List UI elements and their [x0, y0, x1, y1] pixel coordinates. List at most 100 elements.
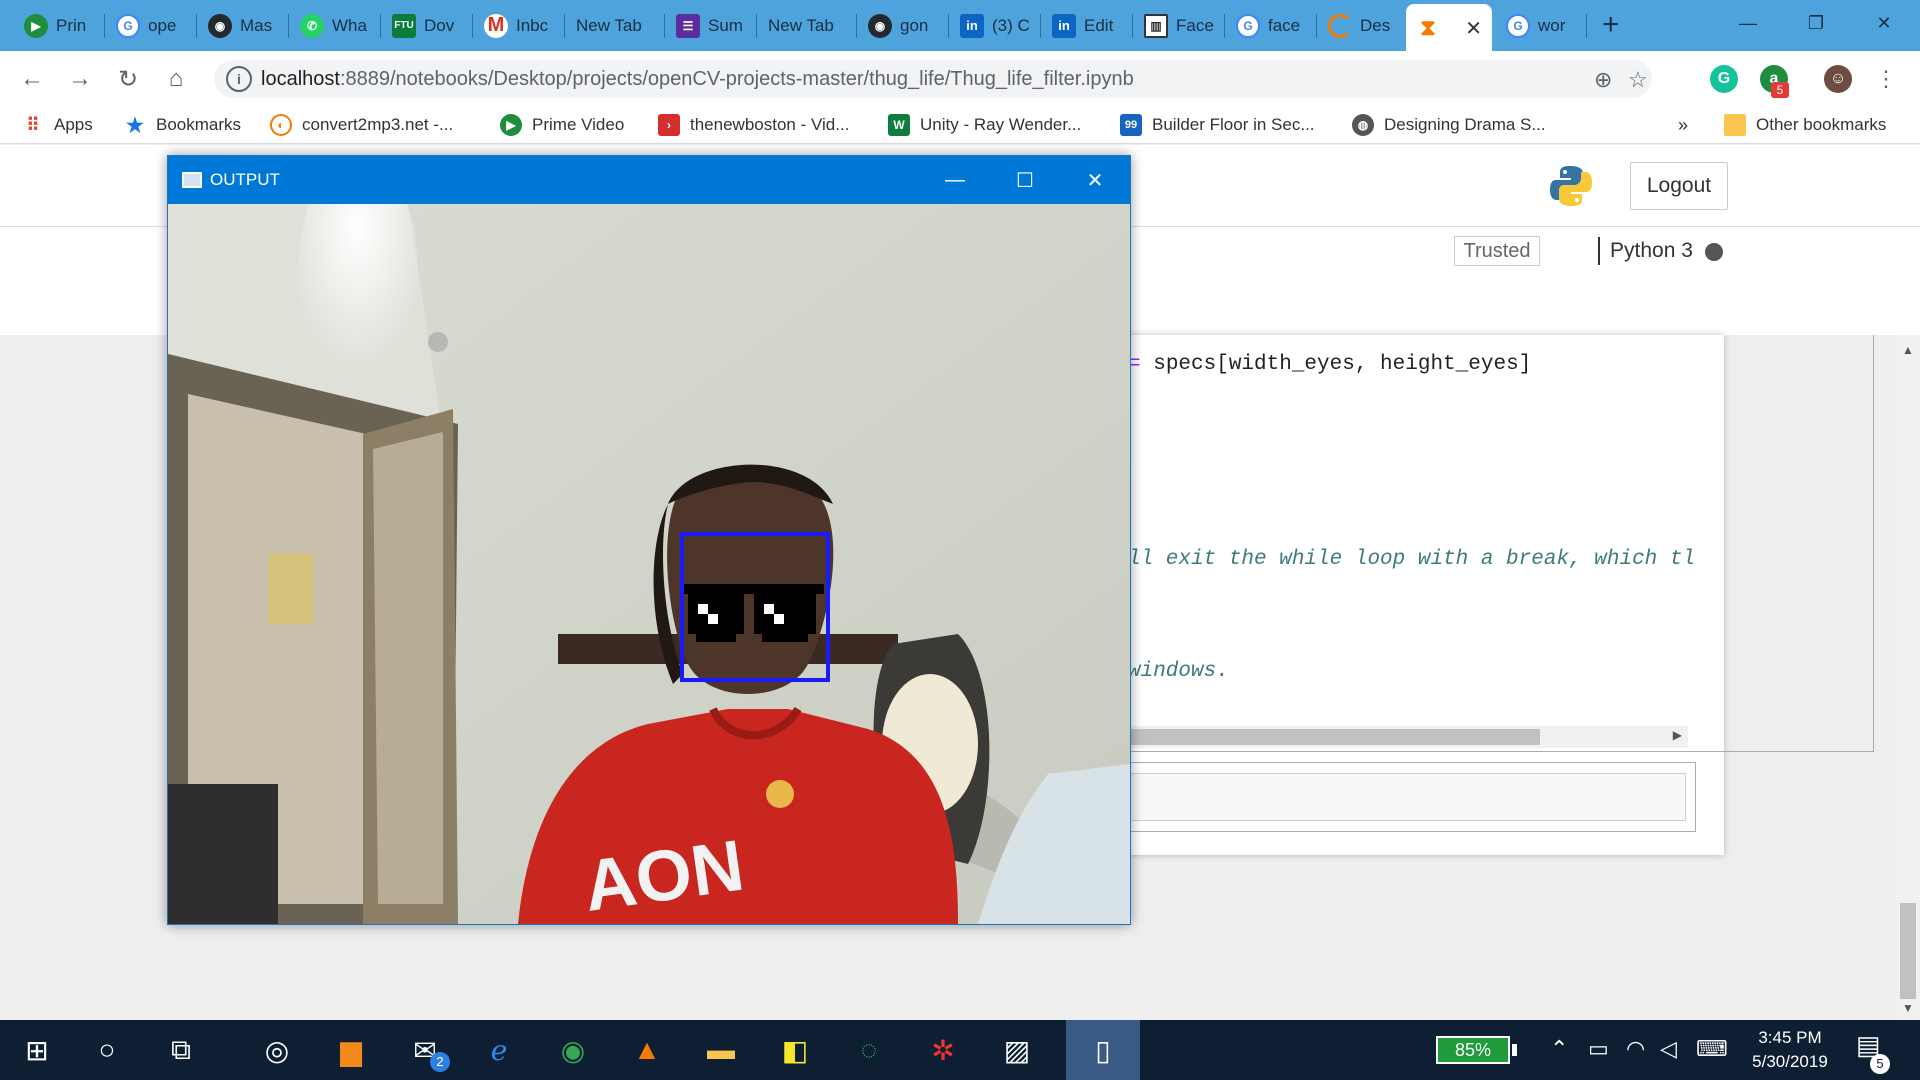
browser-tab[interactable]: ◉ Mas [198, 6, 284, 45]
profile-avatar[interactable]: ☺ [1824, 65, 1852, 93]
window-close-button[interactable]: ✕ [1850, 6, 1918, 40]
tab-separator [1586, 14, 1587, 38]
code-cell[interactable] [1126, 335, 1874, 752]
opencv-output-window: OUTPUT — ☐ ✕ AON [167, 155, 1131, 925]
browser-tab[interactable]: Gwor [1496, 6, 1582, 45]
app-icon-mail[interactable]: ✉ 2 [388, 1020, 462, 1080]
thug-life-glasses-overlay [684, 584, 824, 642]
logout-button[interactable]: Logout [1630, 162, 1728, 210]
window-maximize-button[interactable]: ☐ [990, 156, 1060, 204]
window-minimize-button[interactable]: — [1714, 6, 1782, 40]
browser-tab[interactable]: ▥ Face [1134, 6, 1220, 45]
bookmark-item[interactable]: 99 Builder Floor in Sec... [1120, 112, 1315, 138]
app-icon-groove[interactable]: ◎ [240, 1020, 314, 1080]
chrome-menu-icon[interactable]: ⋮ [1870, 63, 1902, 95]
app-icon-sticky-notes[interactable]: ◧ [758, 1020, 832, 1080]
code-line: = specs[width_eyes, height_eyes] [1128, 353, 1532, 376]
start-button[interactable]: ⊞ [0, 1020, 74, 1080]
browser-tab[interactable]: in (3) C [950, 6, 1036, 45]
code-input[interactable] [1130, 773, 1686, 821]
browser-tab[interactable]: ✆ Wha [290, 6, 376, 45]
reload-button[interactable]: ↻ [112, 63, 144, 95]
tnb-icon: › [658, 114, 680, 136]
browser-toolbar: ← → ↻ ⌂ i localhost:8889/notebooks/Deskt… [0, 51, 1920, 106]
volume-icon[interactable]: ◁ [1660, 1036, 1677, 1062]
horizontal-scrollbar[interactable]: ▶ [1130, 726, 1688, 748]
trusted-indicator[interactable]: Trusted [1454, 236, 1540, 266]
browser-tab-active[interactable]: ⧗ ✕ [1406, 4, 1492, 51]
task-view-button[interactable]: ⧉ [144, 1020, 218, 1080]
window-minimize-button[interactable]: — [920, 156, 990, 204]
wifi-icon[interactable]: ◠ [1626, 1036, 1645, 1062]
hourglass-icon: ⧗ [1420, 14, 1436, 40]
bookmark-item[interactable]: ◍ Designing Drama S... [1352, 112, 1546, 138]
home-button[interactable]: ⌂ [160, 63, 192, 95]
browser-tab[interactable]: ◉ gon [858, 6, 944, 45]
browser-tab[interactable]: M Inbc [474, 6, 560, 45]
app-icon-loader[interactable]: ◌ [832, 1020, 906, 1080]
page-scrollbar[interactable]: ▲ ▼ [1896, 335, 1920, 1020]
empty-code-cell[interactable] [1130, 762, 1696, 832]
browser-tab[interactable]: FTU Dov [382, 6, 468, 45]
browser-tab[interactable]: New Tab [566, 6, 662, 45]
browser-tab[interactable]: New Tab [758, 6, 854, 45]
bookmark-item[interactable]: W Unity - Ray Wender... [888, 112, 1081, 138]
clock-date: 5/30/2019 [1752, 1052, 1828, 1071]
close-tab-icon[interactable]: ✕ [1465, 16, 1482, 41]
new-tab-button[interactable]: + [1602, 10, 1620, 40]
bookmark-item[interactable]: ◐ convert2mp3.net -... [270, 112, 453, 138]
window-restore-button[interactable]: ❐ [1782, 6, 1850, 40]
bookmark-item[interactable]: › thenewboston - Vid... [658, 112, 849, 138]
app-icon-vlc[interactable]: ▲ [610, 1020, 684, 1080]
bookmark-apps[interactable]: ⠿ Apps [22, 112, 92, 138]
scrollbar-thumb[interactable] [1900, 903, 1916, 999]
browser-tab[interactable]: ☰ Sum [666, 6, 752, 45]
address-text[interactable]: localhost:8889/notebooks/Desktop/project… [261, 68, 1134, 91]
forward-button[interactable]: → [64, 63, 96, 95]
bookmark-folder[interactable]: ★ Bookmarks [124, 112, 241, 138]
keyboard-icon[interactable]: ⌨ [1696, 1036, 1728, 1062]
star-icon: ★ [126, 114, 144, 137]
scroll-right-icon[interactable]: ▶ [1673, 728, 1682, 742]
browser-tab[interactable]: Des [1318, 6, 1404, 45]
scroll-up-icon[interactable]: ▲ [1902, 343, 1914, 357]
browser-tab[interactable]: in Edit [1042, 6, 1128, 45]
show-hidden-icons-button[interactable]: ⌃ [1550, 1036, 1568, 1062]
cortana-search-button[interactable]: ○ [70, 1020, 144, 1080]
battery-indicator[interactable]: 85% [1436, 1036, 1510, 1064]
linkedin-icon: in [960, 13, 984, 38]
bookmark-item[interactable]: ▶ Prime Video [500, 112, 624, 138]
kernel-status-icon [1705, 243, 1723, 261]
battery-icon[interactable]: ▭ [1588, 1036, 1609, 1062]
other-bookmarks[interactable]: Other bookmarks [1724, 112, 1886, 138]
site-info-icon[interactable]: i [226, 66, 252, 92]
scroll-down-icon[interactable]: ▼ [1902, 1001, 1914, 1015]
app-icon-chrome[interactable]: ◉ [536, 1020, 610, 1080]
tab-strip: ▶ Prin Gope ◉ Mas ✆ Wha FTU Dov M Inbc New Ta… [0, 0, 1920, 51]
window-titlebar[interactable]: OUTPUT — ☐ ✕ [168, 156, 1130, 204]
folder-icon [1724, 114, 1746, 136]
system-clock[interactable]: 3:45 PM 5/30/2019 [1742, 1026, 1838, 1074]
app-icon-photos[interactable]: ▨ [980, 1020, 1054, 1080]
app-icon-spider[interactable]: ✲ [906, 1020, 980, 1080]
back-button[interactable]: ← [16, 63, 48, 95]
app-icon-opencv-window[interactable]: ▯ [1066, 1020, 1140, 1080]
browser-tab[interactable]: Gface [1226, 6, 1312, 45]
loading-icon [1328, 13, 1352, 38]
bookmarks-overflow-button[interactable]: » [1678, 112, 1688, 138]
bookmark-star-icon[interactable]: ☆ [1628, 67, 1648, 93]
zoom-icon[interactable]: ⊕ [1594, 67, 1612, 93]
address-bar[interactable]: i localhost:8889/notebooks/Desktop/proje… [214, 60, 1652, 98]
webcam-frame: AON [168, 204, 1130, 924]
grammarly-extension-icon[interactable]: G [1710, 65, 1738, 93]
browser-tab[interactable]: Gope [106, 6, 192, 45]
bookmarks-bar: ⠿ Apps ★ Bookmarks ◐ convert2mp3.net -... ▶… [0, 106, 1920, 144]
tab-separator [104, 14, 105, 38]
scrollbar-thumb[interactable] [1130, 729, 1540, 745]
app-icon-edge[interactable]: ℯ [462, 1020, 536, 1080]
kernel-name[interactable]: Python 3 [1598, 237, 1693, 265]
app-icon-sublime[interactable]: ▆ [314, 1020, 388, 1080]
browser-tab[interactable]: ▶ Prin [14, 6, 100, 45]
app-icon-file-explorer[interactable]: ▬ [684, 1020, 758, 1080]
window-close-button[interactable]: ✕ [1060, 156, 1130, 204]
